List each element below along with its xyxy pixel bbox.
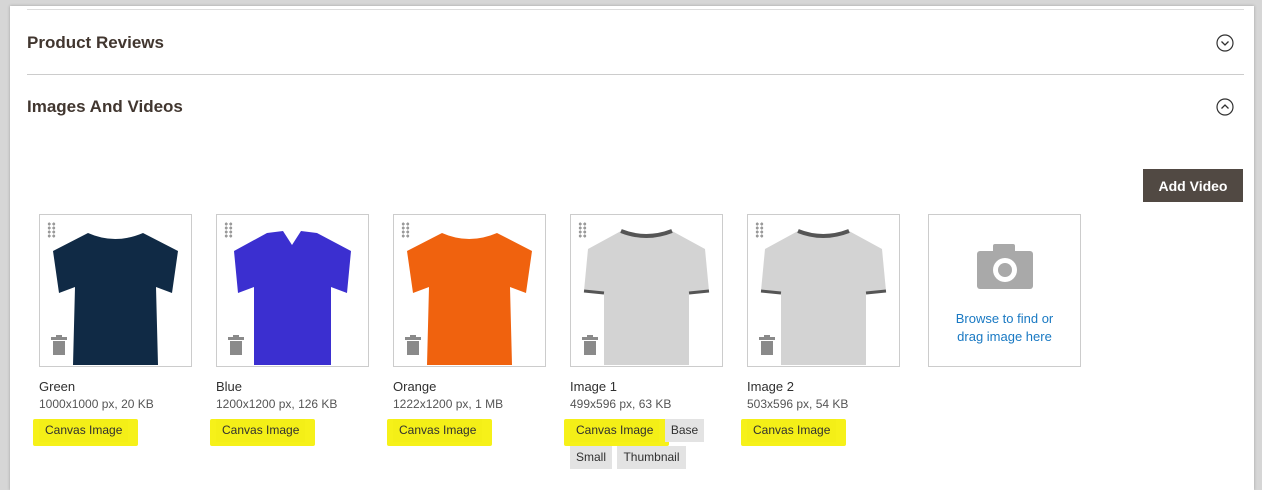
role-badge: Canvas Image [209,419,316,446]
image-roles: Canvas Image [32,419,189,446]
image-thumbnail[interactable] [570,214,723,367]
gallery-item[interactable]: Orange 1222x1200 px, 1 MB Canvas Image [386,214,546,446]
image-name: Orange [393,379,437,394]
tshirt-image [407,233,532,365]
role-label: Canvas Image [753,423,831,437]
tshirt-image [53,233,178,365]
role-label: Canvas Image [45,423,123,437]
tshirt-image [234,231,351,365]
add-video-button[interactable]: Add Video [1143,169,1243,202]
role-label: Thumbnail [623,450,680,464]
role-badge: Canvas Image [563,419,670,446]
image-roles: Canvas Image [386,419,543,446]
trash-icon[interactable] [405,335,421,355]
image-roles: Canvas Image [209,419,366,446]
gallery-item[interactable]: Green 1000x1000 px, 20 KB Canvas Image [32,214,192,446]
trash-icon[interactable] [582,335,598,355]
role-label: Canvas Image [576,423,654,437]
chevron-up-circle-icon[interactable] [1216,98,1234,116]
trash-icon[interactable] [228,335,244,355]
image-meta: 503x596 px, 54 KB [747,397,849,411]
image-name: Blue [216,379,243,394]
section-images-and-videos[interactable]: Images And Videos [27,76,1244,138]
role-badge: Canvas Image [32,419,139,446]
image-meta: 499x596 px, 63 KB [570,397,672,411]
image-name: Image 2 [747,379,794,394]
role-badge: Canvas Image [386,419,493,446]
chevron-down-circle-icon[interactable] [1216,34,1234,52]
image-thumbnail[interactable] [216,214,369,367]
section-title-images: Images And Videos [27,97,183,116]
drag-handle-icon[interactable] [47,222,56,238]
gallery-item[interactable]: Image 1 499x596 px, 63 KB Canvas Image Bas… [563,214,723,473]
drag-handle-icon[interactable] [578,222,587,238]
image-thumbnail[interactable] [393,214,546,367]
image-name: Green [39,379,76,394]
tshirt-image [760,229,887,365]
role-badge: Base [664,419,705,442]
role-label: Small [576,450,607,464]
drag-handle-icon[interactable] [401,222,410,238]
gallery-item[interactable]: Image 2 503x596 px, 54 KB Canvas Image [740,214,900,446]
trash-icon[interactable] [759,335,775,355]
role-badge: Small [570,446,613,469]
gallery-item[interactable]: Blue 1200x1200 px, 126 KB Canvas Image [209,214,369,446]
role-badge: Thumbnail [617,446,686,469]
trash-icon[interactable] [51,335,67,355]
image-name: Image 1 [570,379,617,394]
camera-icon [977,244,1033,289]
drag-handle-icon[interactable] [224,222,233,238]
divider [27,9,1244,10]
image-thumbnail[interactable] [747,214,900,367]
drag-handle-icon[interactable] [755,222,764,238]
browse-link[interactable]: Browse to find or drag image here [929,310,1080,346]
image-thumbnail[interactable] [39,214,192,367]
section-product-reviews[interactable]: Product Reviews [27,12,1244,75]
image-meta: 1222x1200 px, 1 MB [393,397,504,411]
role-label: Canvas Image [222,423,300,437]
role-label: Canvas Image [399,423,477,437]
image-meta: 1200x1200 px, 126 KB [216,397,338,411]
image-roles: Canvas Image [740,419,897,446]
role-label: Base [670,423,699,437]
image-meta: 1000x1000 px, 20 KB [39,397,154,411]
product-edit-panel: Product Reviews Images And Videos Add Vi… [10,6,1254,490]
role-badge: Canvas Image [740,419,847,446]
image-roles: Canvas Image Base Small Thumbnail [563,419,720,473]
tshirt-image [583,229,710,365]
section-title-reviews: Product Reviews [27,33,164,52]
image-uploader[interactable]: Browse to find or drag image here [928,214,1081,367]
